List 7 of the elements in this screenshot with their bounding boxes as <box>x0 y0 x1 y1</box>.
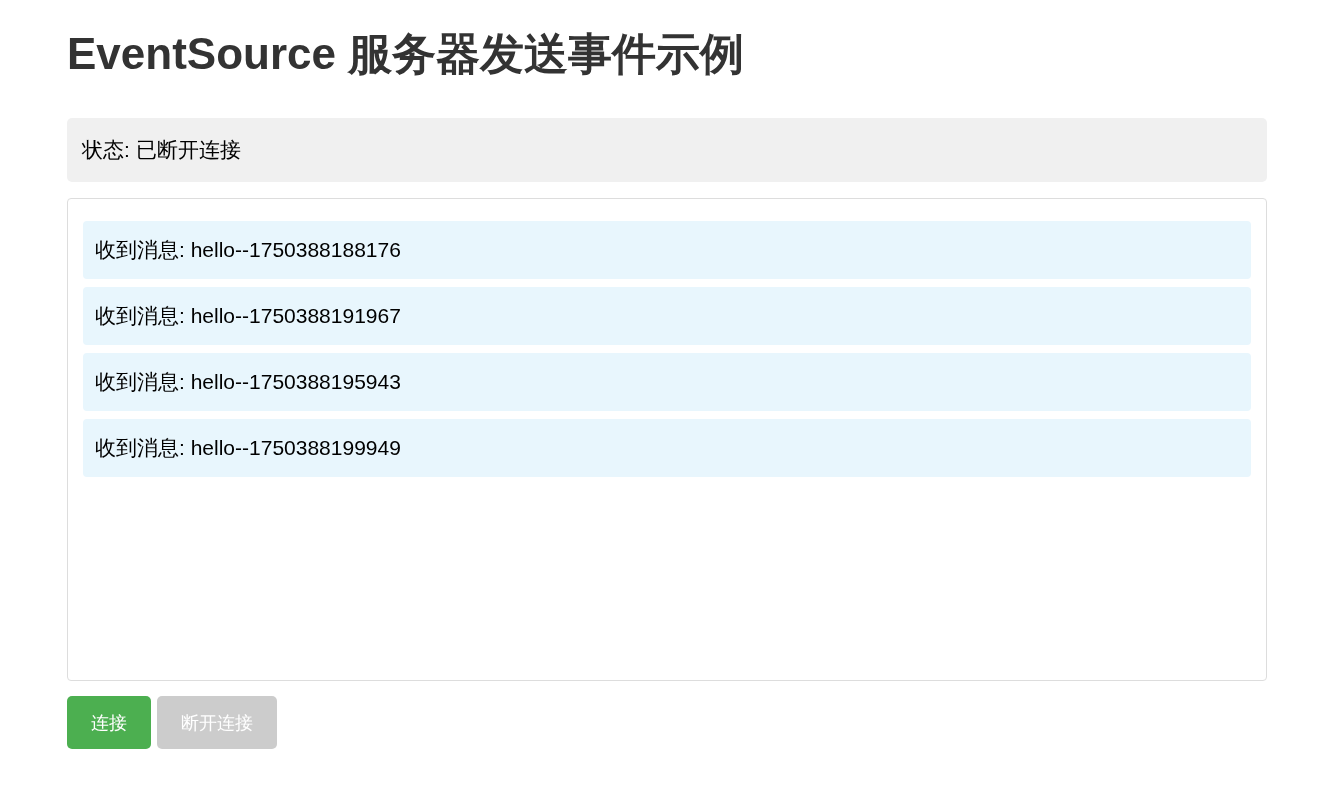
message-item: 收到消息: hello--1750388188176 <box>83 221 1251 279</box>
message-item: 收到消息: hello--1750388199949 <box>83 419 1251 477</box>
message-item: 收到消息: hello--1750388191967 <box>83 287 1251 345</box>
message-item: 收到消息: hello--1750388195943 <box>83 353 1251 411</box>
status-bar: 状态: 已断开连接 <box>67 118 1267 182</box>
connect-button[interactable]: 连接 <box>67 696 151 749</box>
page-title: EventSource 服务器发送事件示例 <box>67 28 746 80</box>
